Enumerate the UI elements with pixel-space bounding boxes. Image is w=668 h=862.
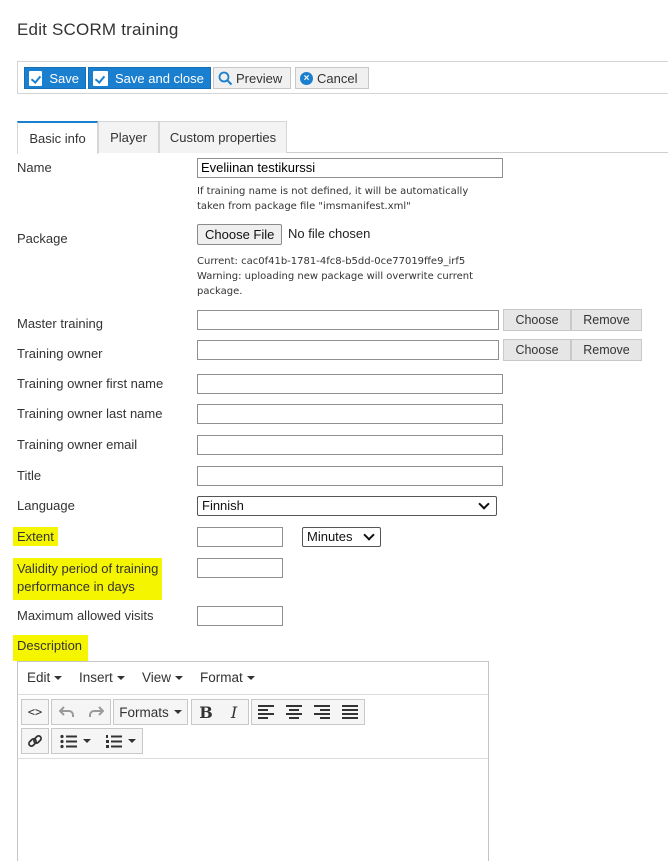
package-help: Current: cac0f41b-1781-4fc8-b5dd-0ce7701…	[197, 256, 473, 297]
tab-bar: Basic info Player Custom properties	[17, 121, 668, 154]
undo-redo-group	[51, 699, 111, 725]
owner-last-name-label: Training owner last name	[17, 406, 163, 421]
chevron-down-icon	[478, 498, 490, 510]
master-training-input[interactable]	[197, 310, 499, 330]
tab-player[interactable]: Player	[98, 121, 159, 153]
name-label: Name	[17, 160, 52, 175]
editor-menubar: Edit Insert View Format	[18, 662, 488, 695]
magnifier-icon	[218, 71, 233, 85]
tab-basic-info[interactable]: Basic info	[17, 121, 98, 154]
name-help: If training name is not defined, it will…	[197, 186, 469, 212]
no-file-text: No file chosen	[288, 226, 371, 241]
bullet-list-button[interactable]	[52, 729, 98, 753]
numbered-list-button[interactable]	[98, 729, 142, 753]
insert-link-button[interactable]	[22, 729, 48, 753]
owner-first-name-label: Training owner first name	[17, 376, 164, 391]
training-owner-input[interactable]	[197, 340, 499, 360]
max-visits-input[interactable]	[197, 606, 283, 626]
align-right-button[interactable]	[308, 700, 336, 724]
link-icon	[28, 735, 42, 747]
max-visits-label: Maximum allowed visits	[17, 608, 154, 623]
cancel-x-icon: ×	[300, 71, 313, 85]
bullet-list-icon	[59, 734, 77, 748]
caret-down-icon	[82, 739, 91, 743]
align-justify-button[interactable]	[336, 700, 364, 724]
description-text-area[interactable]	[18, 758, 488, 862]
redo-icon	[88, 706, 104, 717]
owner-email-label: Training owner email	[17, 437, 138, 452]
master-training-choose-button[interactable]: Choose	[503, 309, 571, 331]
formats-group: Formats	[113, 699, 188, 725]
owner-email-input[interactable]	[197, 435, 503, 455]
align-left-button[interactable]	[252, 700, 280, 724]
align-right-icon	[314, 705, 330, 719]
preview-button[interactable]: Preview	[213, 67, 291, 89]
save-button[interactable]: Save	[24, 67, 86, 89]
link-group	[21, 728, 49, 754]
align-center-icon	[286, 705, 302, 719]
numbered-list-icon	[105, 734, 122, 748]
align-left-icon	[258, 705, 274, 719]
master-training-remove-button[interactable]: Remove	[571, 309, 642, 331]
language-select[interactable]: Finnish	[197, 496, 497, 516]
save-check-icon	[29, 70, 43, 86]
extent-unit-select[interactable]: Minutes	[302, 527, 381, 547]
editor-menu-insert[interactable]: Insert	[79, 670, 125, 685]
title-input[interactable]	[197, 466, 503, 486]
master-training-label: Master training	[17, 316, 103, 331]
caret-down-icon	[173, 710, 182, 714]
align-center-button[interactable]	[280, 700, 308, 724]
align-justify-icon	[342, 705, 358, 719]
validity-input[interactable]	[197, 558, 283, 578]
page-title: Edit SCORM training	[17, 20, 179, 39]
chevron-down-icon	[363, 529, 375, 541]
list-group	[51, 728, 143, 754]
description-editor: Edit Insert View Format <> Formats B I	[17, 661, 489, 862]
italic-button[interactable]: I	[220, 700, 248, 724]
description-label: Description	[13, 635, 89, 661]
formats-dropdown[interactable]: Formats	[114, 700, 187, 724]
choose-file-button[interactable]: Choose File	[197, 224, 283, 245]
extent-label: Extent	[13, 527, 58, 546]
language-label: Language	[17, 498, 75, 513]
extent-input[interactable]	[197, 527, 283, 547]
name-input[interactable]: Eveliinan testikurssi	[197, 158, 503, 178]
source-code-button[interactable]: <>	[22, 700, 48, 724]
caret-down-icon	[127, 739, 136, 743]
text-style-group: B I	[191, 699, 249, 725]
tab-custom-properties[interactable]: Custom properties	[159, 121, 287, 153]
validity-label: Validity period of training performance …	[13, 558, 163, 600]
training-owner-label: Training owner	[17, 346, 103, 361]
editor-menu-format[interactable]: Format	[200, 670, 255, 685]
training-owner-choose-button[interactable]: Choose	[503, 339, 571, 361]
action-toolbar: Save Save and close Preview × Cancel	[17, 61, 668, 94]
package-label: Package	[17, 231, 68, 246]
cancel-button[interactable]: × Cancel	[295, 67, 369, 89]
editor-menu-view[interactable]: View	[142, 670, 183, 685]
undo-icon	[58, 706, 74, 717]
bold-button[interactable]: B	[192, 700, 220, 724]
undo-button[interactable]	[52, 700, 81, 724]
title-label: Title	[17, 468, 42, 483]
editor-menu-edit[interactable]: Edit	[27, 670, 62, 685]
save-and-close-button[interactable]: Save and close	[88, 67, 211, 89]
save-check-icon	[93, 70, 108, 86]
redo-button[interactable]	[81, 700, 110, 724]
owner-first-name-input[interactable]	[197, 374, 503, 394]
source-code-group: <>	[21, 699, 49, 725]
training-owner-remove-button[interactable]: Remove	[571, 339, 642, 361]
owner-last-name-input[interactable]	[197, 404, 503, 424]
alignment-group	[251, 699, 365, 725]
